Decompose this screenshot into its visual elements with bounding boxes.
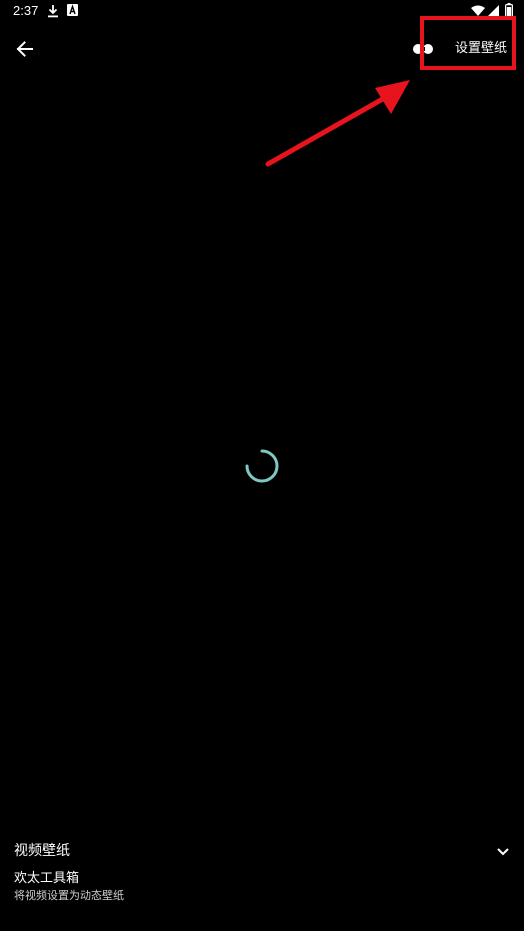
- a-badge-icon: [67, 4, 78, 16]
- chevron-down-icon[interactable]: [494, 842, 512, 860]
- bottom-panel: 视频壁纸 欢太工具箱 将视频设置为动态壁纸: [0, 832, 524, 931]
- loading-spinner: [245, 449, 279, 483]
- annotation-highlight-box: [420, 16, 516, 70]
- app-description: 将视频设置为动态壁纸: [14, 889, 124, 902]
- app-name: 欢太工具箱: [14, 871, 80, 886]
- download-icon: [48, 5, 58, 18]
- back-button[interactable]: [12, 36, 38, 62]
- arrow-left-icon: [16, 41, 33, 57]
- status-time: 2:37: [13, 3, 39, 18]
- panel-title: 视频壁纸: [14, 843, 70, 859]
